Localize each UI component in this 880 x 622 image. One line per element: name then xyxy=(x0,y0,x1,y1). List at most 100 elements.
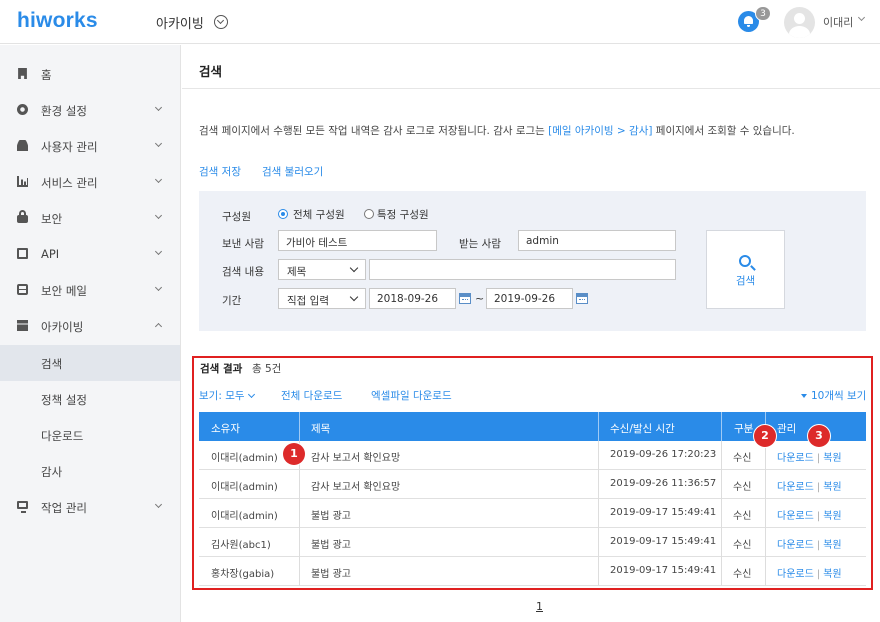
member-specific-label[interactable]: 특정 구성원 xyxy=(377,207,429,222)
chevron-down-icon xyxy=(154,500,163,509)
column-divider xyxy=(721,499,722,528)
subject-cell[interactable]: 불법 광고 xyxy=(311,565,351,580)
view-filter-label: 보기: 모두 xyxy=(199,390,245,402)
description-text: 페이지에서 조회할 수 있습니다. xyxy=(652,125,795,137)
archive-icon xyxy=(17,320,28,331)
app-switch-chevron-icon[interactable] xyxy=(214,15,228,29)
calendar-icon[interactable] xyxy=(576,293,588,304)
member-all-label[interactable]: 전체 구성원 xyxy=(293,207,345,222)
actions-cell: 다운로드 | 복원 xyxy=(777,478,842,493)
period-type-select[interactable]: 직접 입력 xyxy=(278,288,366,309)
download-link[interactable]: 다운로드 xyxy=(777,540,814,551)
sidebar: 홈 환경 설정 사용자 관리 서비스 관리 보안 API 보안 메일 아카이빙 … xyxy=(0,45,181,622)
restore-link[interactable]: 복원 xyxy=(823,482,841,493)
recipient-input[interactable]: admin xyxy=(518,230,676,251)
time-cell: 2019-09-17 15:49:41 xyxy=(610,536,717,547)
step-marker-3: 3 xyxy=(808,425,830,447)
download-link[interactable]: 다운로드 xyxy=(777,511,814,522)
actions-cell: 다운로드 | 복원 xyxy=(777,507,842,522)
table-row[interactable]: 홍차장(gabia) 불법 광고 2019-09-17 15:49:41 수신 … xyxy=(199,557,866,586)
gear-icon xyxy=(17,104,28,115)
search-button-label: 검색 xyxy=(735,275,756,287)
sidebar-item-secure-mail[interactable]: 보안 메일 xyxy=(0,272,180,308)
download-link[interactable]: 다운로드 xyxy=(777,453,814,464)
subject-cell[interactable]: 감사 보고서 확인요망 xyxy=(311,449,400,464)
column-header-owner[interactable]: 소유자 xyxy=(211,421,240,436)
restore-link[interactable]: 복원 xyxy=(823,511,841,522)
owner-cell: 홍차장(gabia) xyxy=(211,569,275,580)
hiworks-logo[interactable]: hiworks xyxy=(17,9,98,33)
description-text: 검색 페이지에서 수행된 모든 작업 내역은 감사 로그로 저장됩니다. 감사 … xyxy=(199,125,549,137)
sidebar-item-archiving[interactable]: 아카이빙 xyxy=(0,308,180,344)
load-search-link[interactable]: 검색 불러오기 xyxy=(262,164,323,179)
date-from-input[interactable]: 2018-09-26 xyxy=(369,288,456,309)
caret-down-icon xyxy=(801,394,807,398)
sidebar-item-label: 홈 xyxy=(41,68,52,82)
sender-input[interactable]: 가비아 테스트 xyxy=(278,230,437,251)
table-row[interactable]: 이대리(admin) 감사 보고서 확인요망 2019-09-26 11:36:… xyxy=(199,470,866,499)
column-header-time[interactable]: 수신/발신 시간 xyxy=(610,421,675,436)
sidebar-item-users[interactable]: 사용자 관리 xyxy=(0,128,180,164)
restore-link[interactable]: 복원 xyxy=(823,453,841,464)
monitor-icon xyxy=(17,501,28,513)
action-separator: | xyxy=(816,453,821,464)
member-specific-radio[interactable] xyxy=(364,209,374,219)
column-divider xyxy=(299,499,300,528)
user-menu-chevron-icon[interactable] xyxy=(857,13,866,22)
sidebar-subitem-download[interactable]: 다운로드 xyxy=(0,417,180,453)
pagination-page[interactable]: 1 xyxy=(536,600,543,613)
page-size-dropdown[interactable]: 10개씩 보기 xyxy=(801,388,866,403)
member-all-radio[interactable] xyxy=(278,209,288,219)
download-link[interactable]: 다운로드 xyxy=(777,569,814,580)
save-search-link[interactable]: 검색 저장 xyxy=(199,164,241,179)
title-divider xyxy=(182,88,880,89)
action-separator: | xyxy=(816,482,821,493)
sidebar-item-api[interactable]: API xyxy=(0,236,180,272)
table-row[interactable]: 김사원(abc1) 불법 광고 2019-09-17 15:49:41 수신 다… xyxy=(199,528,866,557)
chevron-down-icon xyxy=(247,390,255,399)
date-to-input[interactable]: 2019-09-26 xyxy=(486,288,573,309)
sidebar-item-label: API xyxy=(41,247,60,261)
excel-download-link[interactable]: 엑셀파일 다운로드 xyxy=(371,388,452,403)
subject-cell[interactable]: 감사 보고서 확인요망 xyxy=(311,478,400,493)
chevron-up-icon xyxy=(154,322,163,331)
user-avatar[interactable] xyxy=(784,7,815,38)
sidebar-subitem-audit[interactable]: 감사 xyxy=(0,453,180,489)
sidebar-item-label: 보안 메일 xyxy=(41,284,87,298)
app-title[interactable]: 아카이빙 xyxy=(156,13,204,32)
view-filter-dropdown[interactable]: 보기: 모두 xyxy=(199,388,255,403)
sidebar-item-services[interactable]: 서비스 관리 xyxy=(0,164,180,200)
column-header-type[interactable]: 구분 xyxy=(734,421,753,436)
restore-link[interactable]: 복원 xyxy=(823,569,841,580)
content-input[interactable] xyxy=(369,259,676,280)
sidebar-item-security[interactable]: 보안 xyxy=(0,200,180,236)
subject-cell[interactable]: 불법 광고 xyxy=(311,536,351,551)
search-button[interactable]: 검색 xyxy=(706,230,785,309)
sidebar-item-home[interactable]: 홈 xyxy=(0,56,180,92)
download-all-link[interactable]: 전체 다운로드 xyxy=(281,388,342,403)
subject-cell[interactable]: 불법 광고 xyxy=(311,507,351,522)
recipient-label: 받는 사람 xyxy=(459,238,501,250)
table-row[interactable]: 이대리(admin) 불법 광고 2019-09-17 15:49:41 수신 … xyxy=(199,499,866,528)
type-cell: 수신 xyxy=(733,540,752,551)
sidebar-subitem-search[interactable]: 검색 xyxy=(0,345,180,381)
download-link[interactable]: 다운로드 xyxy=(777,482,814,493)
sidebar-subitem-policy[interactable]: 정책 설정 xyxy=(0,381,180,417)
sidebar-item-settings[interactable]: 환경 설정 xyxy=(0,92,180,128)
results-title: 검색 결과 xyxy=(200,363,243,375)
restore-link[interactable]: 복원 xyxy=(823,540,841,551)
lock-icon xyxy=(17,210,28,223)
user-name[interactable]: 이대리 xyxy=(823,14,853,30)
column-divider xyxy=(299,470,300,499)
chart-icon xyxy=(17,176,28,187)
audit-page-link[interactable]: [메일 아카이빙 > 감사] xyxy=(548,125,652,137)
sidebar-item-tasks[interactable]: 작업 관리 xyxy=(0,489,180,525)
sidebar-item-label: 보안 xyxy=(41,212,63,226)
time-cell: 2019-09-17 15:49:41 xyxy=(610,507,717,518)
period-label: 기간 xyxy=(222,295,242,307)
column-header-subject[interactable]: 제목 xyxy=(311,421,330,436)
content-type-select[interactable]: 제목 xyxy=(278,259,366,280)
page-description: 검색 페이지에서 수행된 모든 작업 내역은 감사 로그로 저장됩니다. 감사 … xyxy=(199,123,795,138)
step-marker-1: 1 xyxy=(283,443,305,465)
calendar-icon[interactable] xyxy=(459,293,471,304)
